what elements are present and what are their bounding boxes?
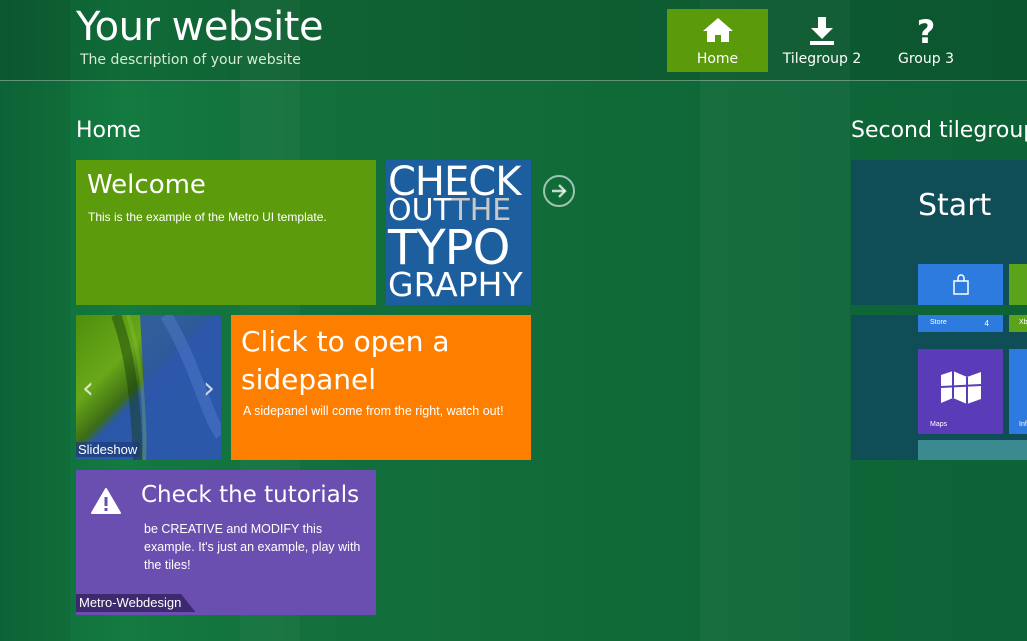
- store-count: 4: [984, 319, 989, 328]
- home-icon: [667, 15, 768, 49]
- tutorials-tile[interactable]: Check the tutorials be CREATIVE and MODI…: [76, 470, 376, 615]
- sidepanel-tile[interactable]: Click to open a sidepanel A sidepanel wi…: [231, 315, 531, 460]
- start-title: Start: [918, 188, 992, 223]
- info-label: Inf: [1019, 421, 1027, 428]
- xbox-mini-tile-bottom: Xb: [1009, 315, 1027, 332]
- store-mini-tile: [918, 264, 1003, 305]
- maps-icon: [940, 371, 982, 404]
- next-arrow-button[interactable]: [543, 175, 575, 207]
- background-band: [700, 0, 850, 641]
- slideshow-next-icon[interactable]: ›: [203, 371, 215, 406]
- site-header: Your website The description of your web…: [0, 0, 1027, 81]
- tutorials-tile-label: Metro-Webdesign: [76, 594, 196, 612]
- info-mini-tile: Inf: [1009, 349, 1027, 434]
- svg-text:?: ?: [917, 15, 936, 49]
- nav-group-3[interactable]: ? Group 3: [888, 9, 964, 72]
- store-mini-tile-bottom: Store 4: [918, 315, 1003, 332]
- site-title: Your website: [76, 4, 324, 50]
- maps-mini-tile: Maps: [918, 349, 1003, 434]
- xbox-label: Xb: [1019, 319, 1027, 326]
- welcome-tile[interactable]: Welcome This is the example of the Metro…: [76, 160, 376, 305]
- background-band: [0, 0, 70, 641]
- nav-tilegroup-2-label: Tilegroup 2: [782, 51, 862, 67]
- typography-tile[interactable]: CHECK OUTTHE TYPO GRAPHY: [386, 160, 531, 305]
- arrow-right-icon: [552, 184, 567, 198]
- nav-home-label: Home: [696, 51, 739, 67]
- typography-line-graphy: GRAPHY: [388, 265, 523, 304]
- nav-home[interactable]: Home: [667, 9, 768, 72]
- site-description: The description of your website: [80, 52, 301, 68]
- slideshow-image: [111, 315, 221, 460]
- nav-group-3-label: Group 3: [898, 51, 954, 67]
- section-title-home: Home: [76, 118, 141, 143]
- sidepanel-tile-text: A sidepanel will come from the right, wa…: [243, 404, 504, 418]
- warning-icon: [90, 487, 122, 520]
- xbox-mini-tile: [1009, 264, 1027, 305]
- welcome-tile-text: This is the example of the Metro UI temp…: [88, 210, 327, 224]
- store-bag-icon: [953, 274, 969, 295]
- tutorials-tile-text: be CREATIVE and MODIFY this example. It'…: [144, 522, 361, 572]
- start-screen-tile-lower[interactable]: Store 4 Xb Maps Inf: [851, 315, 1027, 460]
- sidepanel-tile-title: Click to open a sidepanel: [241, 325, 450, 396]
- help-icon: ?: [888, 13, 964, 51]
- slideshow-prev-icon[interactable]: ‹: [82, 371, 94, 406]
- slideshow-label: Slideshow: [76, 442, 141, 457]
- start-screen-tile[interactable]: Start: [851, 160, 1027, 305]
- nav-tilegroup-2[interactable]: Tilegroup 2: [776, 9, 868, 72]
- section-title-second-tilegroup: Second tilegroup: [851, 118, 1027, 143]
- slideshow-tile[interactable]: ‹ › Slideshow: [76, 315, 221, 460]
- bottom-mini-tile: [918, 440, 1027, 460]
- store-label: Store: [930, 319, 947, 326]
- download-icon: [776, 15, 868, 49]
- maps-label: Maps: [930, 421, 948, 428]
- welcome-tile-title: Welcome: [87, 170, 206, 200]
- tutorials-tile-title: Check the tutorials: [141, 482, 360, 508]
